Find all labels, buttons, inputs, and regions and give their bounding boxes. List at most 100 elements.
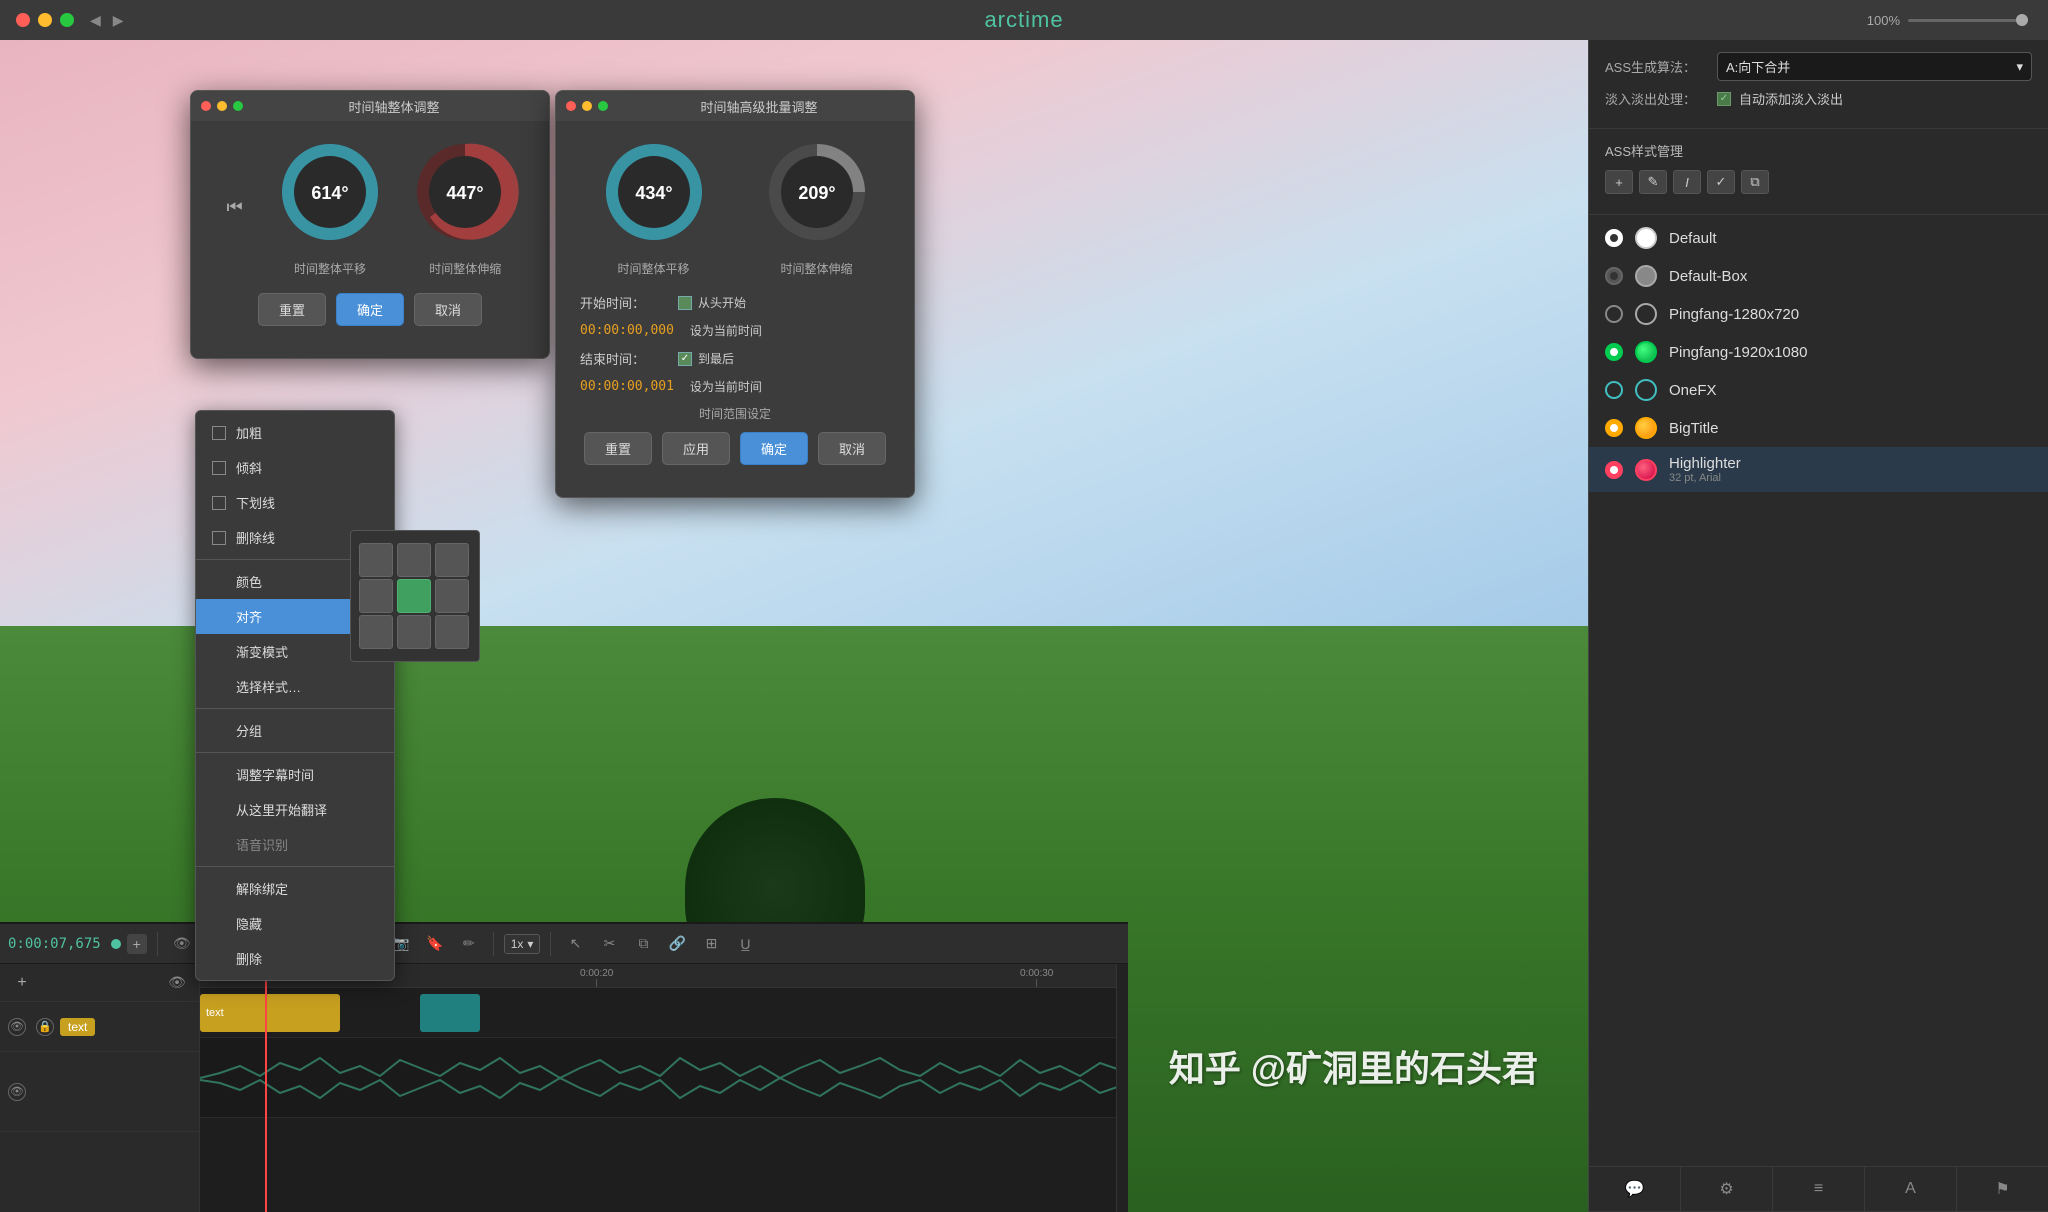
menu-style-select[interactable]: 选择样式…: [196, 669, 394, 704]
align-tl[interactable]: [359, 543, 393, 577]
menu-hide[interactable]: 隐藏: [196, 906, 394, 941]
italic-checkbox[interactable]: [212, 461, 226, 475]
copy-button[interactable]: ⧉: [629, 930, 657, 958]
underline-tl-button[interactable]: U̲: [731, 930, 759, 958]
style-copy-button[interactable]: ⧉: [1741, 170, 1769, 194]
track-lock-1[interactable]: 🔒: [36, 1018, 54, 1036]
flag-tool-button[interactable]: ⚑: [1957, 1167, 2048, 1211]
text-tool-button[interactable]: A: [1865, 1167, 1957, 1211]
add-track-button[interactable]: +: [127, 934, 147, 954]
track-visibility-1[interactable]: 👁: [8, 1018, 26, 1036]
batch-reset-button[interactable]: 重置: [584, 432, 652, 465]
eye-button[interactable]: 👁: [168, 930, 196, 958]
window-controls[interactable]: [16, 13, 74, 27]
end-checkbox[interactable]: ✓: [678, 352, 692, 366]
menu-voice-rec[interactable]: 语音识别: [196, 827, 394, 862]
menu-group[interactable]: 分组: [196, 713, 394, 748]
playhead[interactable]: [265, 964, 267, 1212]
adjust-time-label: 调整字幕时间: [236, 765, 314, 784]
end-time-value[interactable]: 00:00:00,001: [580, 379, 674, 394]
align-bc[interactable]: [397, 615, 431, 649]
style-item-default[interactable]: Default: [1589, 219, 2048, 257]
start-checkbox[interactable]: [678, 296, 692, 310]
ok-button[interactable]: 确定: [336, 293, 404, 326]
start-action[interactable]: 设为当前时间: [690, 322, 762, 339]
batch-apply-button[interactable]: 应用: [662, 432, 730, 465]
align-ml[interactable]: [359, 579, 393, 613]
style-item-bigtitle[interactable]: BigTitle: [1589, 409, 2048, 447]
timeline-vscrollbar[interactable]: [1116, 964, 1128, 1212]
align-mc[interactable]: [397, 579, 431, 613]
cursor-button[interactable]: ↖: [561, 930, 589, 958]
align-br[interactable]: [435, 615, 469, 649]
align-mr[interactable]: [435, 579, 469, 613]
style-radio-bigtitle: [1605, 419, 1623, 437]
cancel-button[interactable]: 取消: [414, 293, 482, 326]
strikethrough-checkbox[interactable]: [212, 531, 226, 545]
back-icon[interactable]: ◀: [90, 12, 101, 29]
style-item-defaultbox[interactable]: Default-Box: [1589, 257, 2048, 295]
dialog-min[interactable]: [217, 101, 227, 111]
forward-icon[interactable]: ▶: [113, 12, 124, 29]
dialog-batch-close[interactable]: [566, 101, 576, 111]
fade-label: 淡入淡出处理：: [1605, 89, 1705, 108]
merge-button[interactable]: ⊞: [697, 930, 725, 958]
style-add-button[interactable]: +: [1605, 170, 1633, 194]
style-item-pingfang1920[interactable]: Pingfang-1920x1080: [1589, 333, 2048, 371]
fade-checkbox[interactable]: ✓: [1717, 92, 1731, 106]
gradient-label: 渐变模式: [236, 642, 288, 661]
style-check-button[interactable]: ✓: [1707, 170, 1735, 194]
align-bl[interactable]: [359, 615, 393, 649]
ass-select[interactable]: A:向下合并 ▾: [1717, 52, 2032, 81]
align-tc[interactable]: [397, 543, 431, 577]
comment-tool-button[interactable]: 💬: [1589, 1167, 1681, 1211]
speed-select[interactable]: 1x ▾: [504, 934, 541, 954]
dialog-close[interactable]: [201, 101, 211, 111]
style-italic-button[interactable]: I: [1673, 170, 1701, 194]
menu-unbind[interactable]: 解除绑定: [196, 871, 394, 906]
batch-ok-button[interactable]: 确定: [740, 432, 808, 465]
menu-adjust-time[interactable]: 调整字幕时间: [196, 757, 394, 792]
clip-teal-1[interactable]: [420, 994, 480, 1032]
style-item-highlighter[interactable]: Highlighter 32 pt, Arial: [1589, 447, 2048, 492]
menu-italic[interactable]: 倾斜: [196, 450, 394, 485]
style-item-onefx[interactable]: OneFX: [1589, 371, 2048, 409]
end-checkbox-area[interactable]: ✓ 到最后: [678, 350, 734, 367]
dialog-batch-min[interactable]: [582, 101, 592, 111]
reset-icon[interactable]: ⏮: [220, 192, 250, 222]
style-edit-button[interactable]: ✎: [1639, 170, 1667, 194]
bold-checkbox[interactable]: [212, 426, 226, 440]
dialog-batch-max[interactable]: [598, 101, 608, 111]
clip-text-1[interactable]: text: [200, 994, 340, 1032]
start-checkbox-area[interactable]: 从头开始: [678, 294, 746, 311]
end-checkbox-label: 到最后: [698, 350, 734, 367]
style-item-pingfang1280[interactable]: Pingfang-1280x720: [1589, 295, 2048, 333]
menu-underline[interactable]: 下划线: [196, 485, 394, 520]
end-action[interactable]: 设为当前时间: [690, 378, 762, 395]
zoom-slider[interactable]: [1908, 19, 2028, 22]
reset-button[interactable]: 重置: [258, 293, 326, 326]
menu-bold[interactable]: 加粗: [196, 415, 394, 450]
menu-translate-from[interactable]: 从这里开始翻译: [196, 792, 394, 827]
edit-button[interactable]: ✏: [455, 930, 483, 958]
link-button[interactable]: 🔗: [663, 930, 691, 958]
align-grid: [351, 535, 479, 657]
dialog-max[interactable]: [233, 101, 243, 111]
list-tool-button[interactable]: ≡: [1773, 1167, 1865, 1211]
underline-checkbox[interactable]: [212, 496, 226, 510]
waveform-visibility[interactable]: 👁: [8, 1083, 26, 1101]
split-button[interactable]: ✂: [595, 930, 623, 958]
align-tr[interactable]: [435, 543, 469, 577]
maximize-button[interactable]: [60, 13, 74, 27]
bookmark-button[interactable]: 🔖: [421, 930, 449, 958]
menu-delete[interactable]: 删除: [196, 941, 394, 976]
start-time-value[interactable]: 00:00:00,000: [580, 323, 674, 338]
close-button[interactable]: [16, 13, 30, 27]
minimize-button[interactable]: [38, 13, 52, 27]
zoom-thumb[interactable]: [2016, 14, 2028, 26]
batch-cancel-button[interactable]: 取消: [818, 432, 886, 465]
waveform-row-header: 👁: [0, 1052, 199, 1132]
settings-tool-button[interactable]: ⚙: [1681, 1167, 1773, 1211]
preview-icon[interactable]: 👁: [163, 969, 191, 997]
add-icon[interactable]: +: [8, 969, 36, 997]
